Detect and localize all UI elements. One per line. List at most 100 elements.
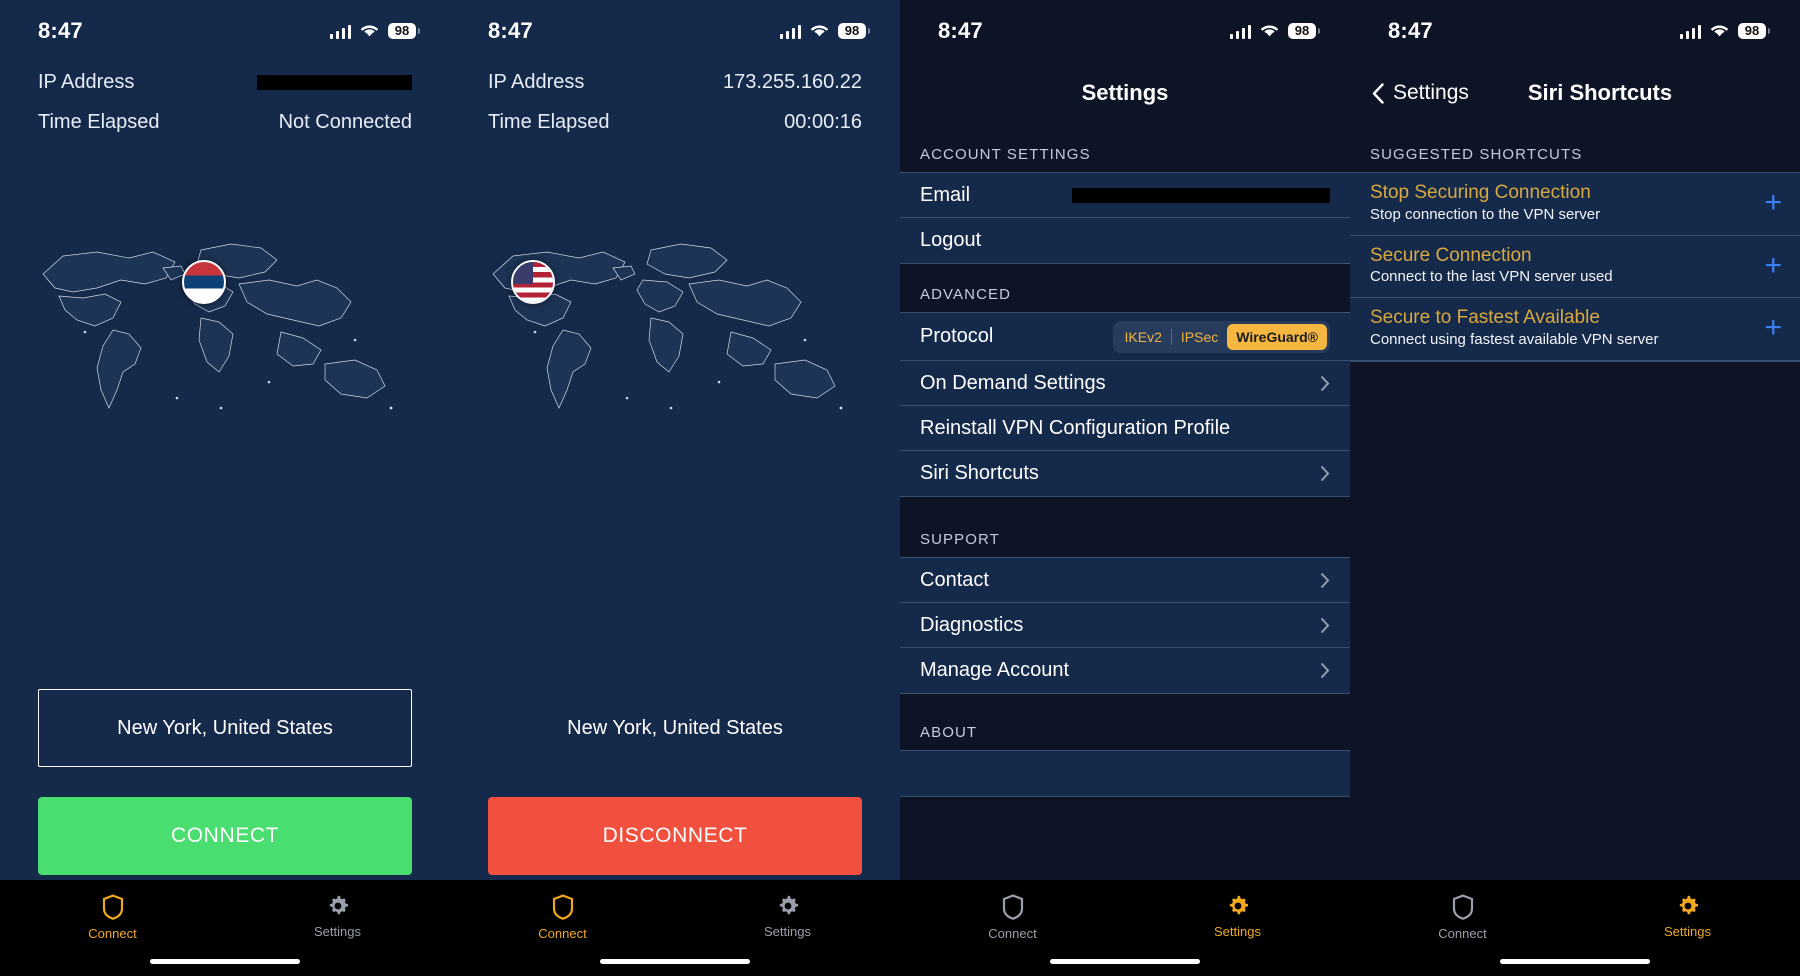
protocol-option-ikev2[interactable]: IKEv2	[1116, 324, 1171, 350]
server-name: New York, United States	[117, 716, 333, 739]
server-selector-button[interactable]: New York, United States	[488, 689, 862, 767]
tab-settings-label: Settings	[764, 924, 811, 939]
world-map	[42, 243, 393, 410]
protocol-option-wireguard[interactable]: WireGuard®	[1227, 323, 1327, 350]
wifi-icon	[360, 25, 379, 37]
world-map-container	[450, 222, 900, 652]
disconnect-button-label: DISCONNECT	[602, 824, 748, 847]
tab-connect[interactable]: Connect	[0, 894, 225, 941]
section-support: Contact Diagnostics Manage Account	[900, 557, 1350, 694]
list-item[interactable]: Stop Securing Connection Stop connection…	[1350, 173, 1800, 236]
shortcut-subtitle: Stop connection to the VPN server	[1370, 205, 1601, 223]
tab-connect[interactable]: Connect	[450, 894, 675, 941]
row-logout[interactable]: Logout	[900, 218, 1350, 263]
chevron-right-icon	[1320, 662, 1330, 679]
shortcut-text: Secure Connection Connect to the last VP…	[1370, 245, 1613, 288]
row-about-clipped[interactable]	[900, 751, 1350, 796]
shortcut-text: Stop Securing Connection Stop connection…	[1370, 182, 1600, 225]
row-protocol: Protocol IKEv2 IPSec WireGuard®	[900, 313, 1350, 361]
status-bar: 8:47 98	[0, 0, 450, 62]
row-email-label: Email	[920, 183, 971, 206]
tab-connect-label: Connect	[88, 926, 137, 941]
row-contact[interactable]: Contact	[900, 558, 1350, 603]
tab-bar: Connect Settings	[0, 880, 450, 976]
tab-bar: Connect Settings	[1350, 880, 1800, 976]
row-siri-shortcuts[interactable]: Siri Shortcuts	[900, 451, 1350, 496]
status-bar: 8:47 98	[450, 0, 900, 62]
status-bar-indicators: 98	[1229, 22, 1320, 40]
cellular-bars-icon	[779, 24, 801, 39]
tab-connect[interactable]: Connect	[1350, 894, 1575, 941]
protocol-option-ipsec[interactable]: IPSec	[1172, 324, 1227, 350]
row-logout-label: Logout	[920, 229, 982, 251]
back-button[interactable]: Settings	[1372, 81, 1469, 105]
protocol-segmented-control[interactable]: IKEv2 IPSec WireGuard®	[1112, 320, 1330, 353]
time-elapsed-label: Time Elapsed	[488, 110, 610, 133]
chevron-right-icon	[1320, 572, 1330, 588]
status-bar: 8:47 98	[900, 0, 1350, 62]
home-indicator	[1500, 959, 1650, 964]
row-protocol-label: Protocol	[920, 325, 994, 347]
row-email[interactable]: Email	[900, 173, 1350, 218]
section-label-advanced: ADVANCED	[920, 286, 1012, 303]
row-on-demand-label: On Demand Settings	[920, 371, 1106, 394]
home-indicator	[150, 959, 300, 964]
list-item[interactable]: Secure to Fastest Available Connect usin…	[1350, 298, 1800, 361]
connect-button[interactable]: CONNECT	[38, 797, 412, 875]
status-bar-indicators: 98	[779, 22, 870, 40]
tab-settings[interactable]: Settings	[675, 894, 900, 939]
shortcut-subtitle: Connect using fastest available VPN serv…	[1370, 331, 1659, 349]
page-title: Settings	[1081, 80, 1169, 105]
battery-indicator: 98	[838, 22, 866, 40]
tab-settings[interactable]: Settings	[225, 894, 450, 939]
gear-icon	[1679, 895, 1698, 915]
shortcut-text: Secure to Fastest Available Connect usin…	[1370, 307, 1658, 350]
shortcut-title: Secure to Fastest Available	[1370, 307, 1600, 329]
time-elapsed-row: Time Elapsed 00:00:16	[450, 102, 900, 142]
row-manage-account[interactable]: Manage Account	[900, 648, 1350, 693]
disconnect-button[interactable]: DISCONNECT	[488, 797, 862, 875]
cellular-bars-icon	[329, 24, 351, 39]
row-diagnostics-label: Diagnostics	[920, 613, 1024, 636]
gear-icon	[1229, 895, 1248, 915]
plus-icon[interactable]: +	[1764, 250, 1782, 281]
cellular-bars-icon	[1229, 24, 1251, 39]
shortcut-title: Stop Securing Connection	[1370, 182, 1591, 203]
time-elapsed-label: Time Elapsed	[38, 110, 160, 133]
shield-icon	[1002, 894, 1023, 920]
nav-bar: Settings Siri Shortcuts	[1350, 62, 1800, 124]
row-on-demand-settings[interactable]: On Demand Settings	[900, 361, 1350, 406]
chevron-right-icon	[1320, 375, 1330, 391]
screenshot-root: 8:47 98 IP Address Time Elapsed Not Conn…	[0, 0, 1800, 976]
battery-nub	[868, 28, 870, 34]
gear-icon	[779, 895, 798, 915]
usa-flag-icon	[511, 260, 555, 304]
wifi-icon	[810, 25, 829, 37]
shield-icon	[102, 894, 123, 920]
tab-settings[interactable]: Settings	[1125, 894, 1350, 939]
battery-indicator: 98	[388, 22, 416, 40]
list-item[interactable]: Secure Connection Connect to the last VP…	[1350, 235, 1800, 299]
row-diagnostics[interactable]: Diagnostics	[900, 603, 1350, 648]
tab-settings-label: Settings	[1214, 924, 1261, 939]
row-manage-account-label: Manage Account	[920, 659, 1069, 681]
tab-connect[interactable]: Connect	[900, 894, 1125, 941]
section-label-support: SUPPORT	[920, 531, 1000, 548]
server-selector-button[interactable]: New York, United States	[38, 689, 412, 767]
section-account: Email Logout	[900, 172, 1350, 264]
battery-nub	[1318, 28, 1320, 34]
row-reinstall-vpn-profile[interactable]: Reinstall VPN Configuration Profile	[900, 406, 1350, 451]
chevron-right-icon	[1320, 465, 1330, 482]
status-bar-time: 8:47	[38, 18, 83, 43]
plus-icon[interactable]: +	[1764, 313, 1782, 343]
ip-address-label: IP Address	[488, 70, 585, 93]
home-indicator	[600, 959, 750, 964]
status-bar-time: 8:47	[1388, 18, 1433, 43]
cellular-bars-icon	[1679, 24, 1701, 39]
battery-nub	[418, 28, 420, 34]
wifi-icon	[1260, 25, 1279, 37]
battery-indicator: 98	[1738, 22, 1766, 40]
gear-icon	[329, 895, 348, 915]
plus-icon[interactable]: +	[1764, 188, 1782, 218]
tab-settings[interactable]: Settings	[1575, 894, 1800, 939]
